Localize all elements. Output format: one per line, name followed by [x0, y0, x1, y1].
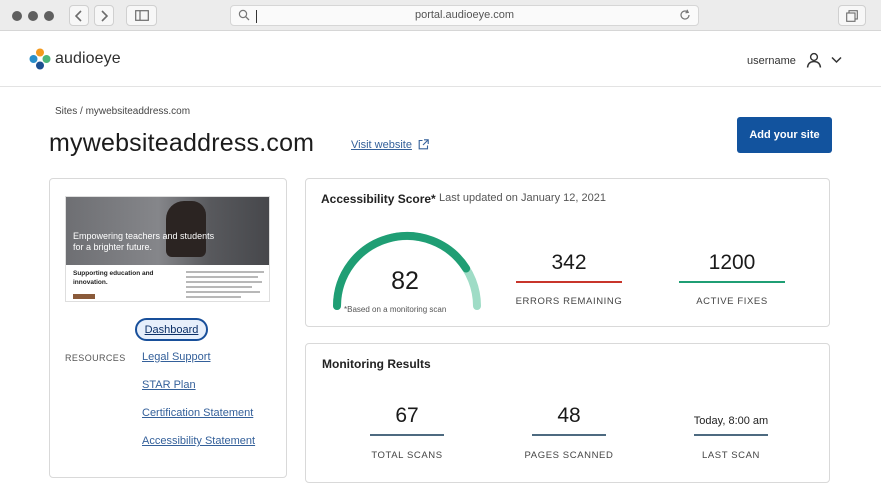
chevron-left-icon	[75, 9, 82, 22]
score-footnote: *Based on a monitoring scan	[344, 305, 447, 314]
audioeye-logo-icon[interactable]	[29, 48, 51, 70]
chevron-right-icon	[101, 9, 108, 22]
address-bar[interactable]: portal.audioeye.com	[230, 5, 699, 26]
chevron-down-icon[interactable]	[831, 56, 842, 64]
tabs-overview-button[interactable]	[838, 5, 866, 26]
last-updated-text: Last updated on January 12, 2021	[439, 192, 606, 204]
errors-remaining-value: 342	[551, 251, 587, 274]
pages-scanned-value: 48	[557, 404, 581, 427]
accessibility-score-title: Accessibility Score*	[321, 192, 436, 206]
forward-button[interactable]	[94, 5, 114, 26]
visit-website-link[interactable]: Visit website	[351, 139, 412, 151]
last-scan-line	[694, 434, 768, 436]
external-link-icon[interactable]	[418, 139, 429, 150]
nav-star-plan[interactable]: STAR Plan	[142, 379, 196, 391]
pages-scanned-line	[532, 434, 606, 436]
preview-hero-text: Empowering teachers and students for a b…	[73, 231, 215, 252]
monitoring-results-title: Monitoring Results	[322, 357, 431, 371]
nav-certification-statement[interactable]: Certification Statement	[142, 407, 253, 419]
nav-accessibility-statement[interactable]: Accessibility Statement	[142, 435, 255, 447]
total-scans-line	[370, 434, 444, 436]
zoom-window-dot[interactable]	[44, 11, 54, 21]
sidebar-toggle-button[interactable]	[126, 5, 157, 26]
nav-legal-support[interactable]: Legal Support	[142, 351, 211, 363]
active-fixes-value: 1200	[708, 251, 756, 274]
reload-icon[interactable]	[679, 9, 691, 21]
tabs-icon	[846, 9, 858, 22]
url-text: portal.audioeye.com	[414, 9, 515, 21]
browser-toolbar: portal.audioeye.com	[0, 0, 881, 31]
user-icon[interactable]	[806, 52, 822, 68]
last-scan-label: LAST SCAN	[701, 450, 761, 461]
resources-label: RESOURCES	[65, 353, 126, 363]
total-scans-label: TOTAL SCANS	[371, 450, 443, 461]
close-window-dot[interactable]	[12, 11, 22, 21]
active-fixes-label: ACTIVE FIXES	[696, 296, 768, 307]
score-value: 82	[391, 267, 419, 295]
sidebar-icon	[134, 10, 149, 21]
preview-sub-text: Supporting education and innovation.	[73, 270, 154, 286]
preview-button	[73, 294, 95, 299]
breadcrumb[interactable]: Sites / mywebsiteaddress.com	[55, 106, 190, 117]
fixes-accent-line	[679, 281, 785, 283]
nav-dashboard[interactable]: Dashboard	[135, 318, 208, 341]
errors-remaining-label: ERRORS REMAINING	[515, 296, 623, 307]
minimize-window-dot[interactable]	[28, 11, 38, 21]
username-label[interactable]: username	[747, 55, 796, 67]
back-button[interactable]	[69, 5, 89, 26]
logo-text[interactable]: audioeye	[55, 50, 121, 68]
app-header: audioeye username	[0, 32, 881, 87]
preview-paragraph	[186, 271, 264, 301]
errors-accent-line	[516, 281, 622, 283]
page-title: mywebsiteaddress.com	[49, 129, 315, 157]
total-scans-value: 67	[395, 404, 419, 427]
last-scan-value: Today, 8:00 am	[693, 415, 769, 427]
preview-hero-image: Empowering teachers and students for a b…	[66, 197, 269, 265]
pages-scanned-label: PAGES SCANNED	[524, 450, 614, 461]
site-preview-thumbnail[interactable]: Empowering teachers and students for a b…	[65, 196, 270, 302]
add-your-site-button[interactable]: Add your site	[737, 117, 832, 153]
